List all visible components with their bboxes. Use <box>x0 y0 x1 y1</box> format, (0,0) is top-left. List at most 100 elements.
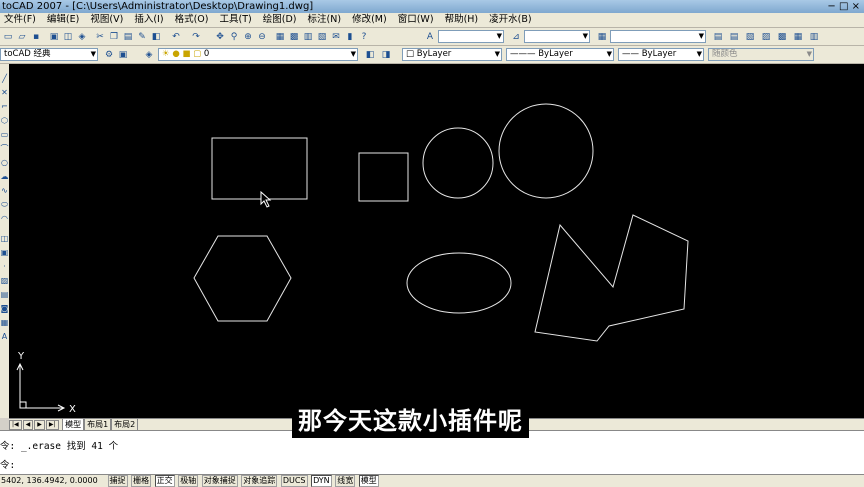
table-style-select[interactable]: ▼ <box>610 30 706 43</box>
zoom-previous-icon[interactable]: ⊖ <box>256 31 268 43</box>
revision-cloud-icon[interactable]: ☁ <box>0 172 9 181</box>
small-circle-shape[interactable] <box>422 127 494 199</box>
tool-palettes-icon[interactable]: ▥ <box>302 31 314 43</box>
make-current-layer-icon[interactable]: ◧ <box>364 49 376 61</box>
ellipse-arc-icon[interactable]: ◠ <box>0 214 9 223</box>
extra-icon-7[interactable]: ▥ <box>808 31 820 43</box>
layer-select[interactable]: ☀ ● ■ ▢ 0 ▼ <box>158 48 358 61</box>
make-block-icon[interactable]: ▣ <box>0 248 9 257</box>
dim-style-select[interactable]: ▼ <box>524 30 590 43</box>
close-button[interactable]: × <box>852 1 860 12</box>
markup-icon[interactable]: ✉ <box>330 31 342 43</box>
plot-icon[interactable]: ▣ <box>48 31 60 43</box>
hexagon-shape[interactable] <box>193 235 292 322</box>
design-center-icon[interactable]: ▩ <box>288 31 300 43</box>
menu-insert[interactable]: 插入(I) <box>130 13 167 27</box>
ellipse-shape[interactable] <box>406 252 512 314</box>
copy-icon[interactable]: ❐ <box>108 31 120 43</box>
help-icon[interactable]: ? <box>358 31 370 43</box>
tab-next-button[interactable]: ▶ <box>34 419 45 430</box>
tab-prev-button[interactable]: ◀ <box>22 419 34 430</box>
zoom-window-icon[interactable]: ⊕ <box>242 31 254 43</box>
ducs-toggle[interactable]: DUCS <box>280 475 308 487</box>
save-icon[interactable]: ▪ <box>30 31 42 43</box>
ortho-toggle[interactable]: 正交 <box>154 475 175 487</box>
menu-help[interactable]: 帮助(H) <box>441 13 483 27</box>
extra-icon-4[interactable]: ▨ <box>760 31 772 43</box>
menu-format[interactable]: 格式(O) <box>171 13 213 27</box>
pan-icon[interactable]: ✥ <box>214 31 226 43</box>
menu-edit[interactable]: 编辑(E) <box>43 13 83 27</box>
ellipse-icon[interactable]: ⬭ <box>0 200 9 209</box>
construction-line-icon[interactable]: ✕ <box>0 88 9 97</box>
menu-dimension[interactable]: 标注(N) <box>304 13 346 27</box>
irregular-polygon-shape[interactable] <box>534 214 689 342</box>
line-icon[interactable]: ╱ <box>0 74 9 83</box>
polyline-icon[interactable]: ⌐ <box>0 102 9 111</box>
grid-toggle[interactable]: 栅格 <box>131 475 152 487</box>
paste-icon[interactable]: ▤ <box>122 31 134 43</box>
polar-toggle[interactable]: 极轴 <box>178 475 199 487</box>
hatch-icon[interactable]: ▨ <box>0 276 9 285</box>
polygon-icon[interactable]: ⬡ <box>0 116 9 125</box>
properties-icon[interactable]: ▦ <box>274 31 286 43</box>
zoom-realtime-icon[interactable]: ⚲ <box>228 31 240 43</box>
undo-icon[interactable]: ↶ <box>170 31 182 43</box>
menu-view[interactable]: 视图(V) <box>86 13 127 27</box>
menu-extra[interactable]: 凌开水(B) <box>485 13 535 27</box>
extra-icon-1[interactable]: ▤ <box>712 31 724 43</box>
dim-style-icon[interactable]: ⊿ <box>510 31 522 43</box>
cut-icon[interactable]: ✂ <box>94 31 106 43</box>
model-toggle[interactable]: 模型 <box>358 475 379 487</box>
menu-draw[interactable]: 绘图(D) <box>259 13 301 27</box>
region-icon[interactable]: ◙ <box>0 304 9 313</box>
preview-icon[interactable]: ◫ <box>62 31 74 43</box>
extra-icon-5[interactable]: ▩ <box>776 31 788 43</box>
gradient-icon[interactable]: ▤ <box>0 290 9 299</box>
square-shape[interactable] <box>358 152 409 202</box>
point-icon[interactable]: · <box>0 262 9 271</box>
linetype-select[interactable]: ——— ByLayer ▼ <box>506 48 614 61</box>
table-icon[interactable]: ▦ <box>0 318 9 327</box>
large-circle-shape[interactable] <box>498 103 594 199</box>
mtext-icon[interactable]: A <box>0 332 9 341</box>
workspace-select[interactable]: toCAD 经典 ▼ <box>0 48 98 61</box>
text-style-icon[interactable]: A <box>424 31 436 43</box>
extra-icon-6[interactable]: ▦ <box>792 31 804 43</box>
lineweight-toggle[interactable]: 线宽 <box>335 475 356 487</box>
layer-previous-icon[interactable]: ◨ <box>380 49 392 61</box>
block-editor-icon[interactable]: ◧ <box>150 31 162 43</box>
rectangle-shape[interactable] <box>211 137 308 200</box>
extra-icon-3[interactable]: ▧ <box>744 31 756 43</box>
otrack-toggle[interactable]: 对象追踪 <box>241 475 278 487</box>
rectangle-icon[interactable]: ▭ <box>0 130 9 139</box>
redo-icon[interactable]: ↷ <box>190 31 202 43</box>
menu-tools[interactable]: 工具(T) <box>216 13 256 27</box>
menu-window[interactable]: 窗口(W) <box>394 13 438 27</box>
layer-manager-icon[interactable]: ◈ <box>143 49 155 61</box>
dyn-toggle[interactable]: DYN <box>311 475 332 487</box>
open-file-icon[interactable]: ▱ <box>16 31 28 43</box>
color-select[interactable]: □ ByLayer ▼ <box>402 48 502 61</box>
menu-file[interactable]: 文件(F) <box>0 13 40 27</box>
extra-icon-2[interactable]: ▤ <box>728 31 740 43</box>
text-style-select[interactable]: ▼ <box>438 30 504 43</box>
minimize-button[interactable]: − <box>827 1 835 12</box>
circle-icon[interactable]: ○ <box>0 158 9 167</box>
coordinate-display[interactable]: 5402, 136.4942, 0.0000 <box>0 475 105 487</box>
lineweight-select[interactable]: —— ByLayer ▼ <box>618 48 704 61</box>
command-prompt[interactable]: 令: <box>0 459 15 472</box>
new-file-icon[interactable]: ▭ <box>2 31 14 43</box>
tab-last-button[interactable]: ▶| <box>45 419 59 430</box>
publish-icon[interactable]: ◈ <box>76 31 88 43</box>
workspace-settings-icon[interactable]: ⚙ <box>103 49 115 61</box>
calculator-icon[interactable]: ▮ <box>344 31 356 43</box>
insert-block-icon[interactable]: ◫ <box>0 234 9 243</box>
table-style-icon[interactable]: ▦ <box>596 31 608 43</box>
snap-toggle[interactable]: 捕捉 <box>107 475 128 487</box>
osnap-toggle[interactable]: 对象捕捉 <box>201 475 238 487</box>
arc-icon[interactable]: ⌒ <box>0 144 9 153</box>
drawing-canvas[interactable]: Y X <box>9 64 864 418</box>
match-properties-icon[interactable]: ✎ <box>136 31 148 43</box>
maximize-button[interactable]: □ <box>839 1 848 12</box>
